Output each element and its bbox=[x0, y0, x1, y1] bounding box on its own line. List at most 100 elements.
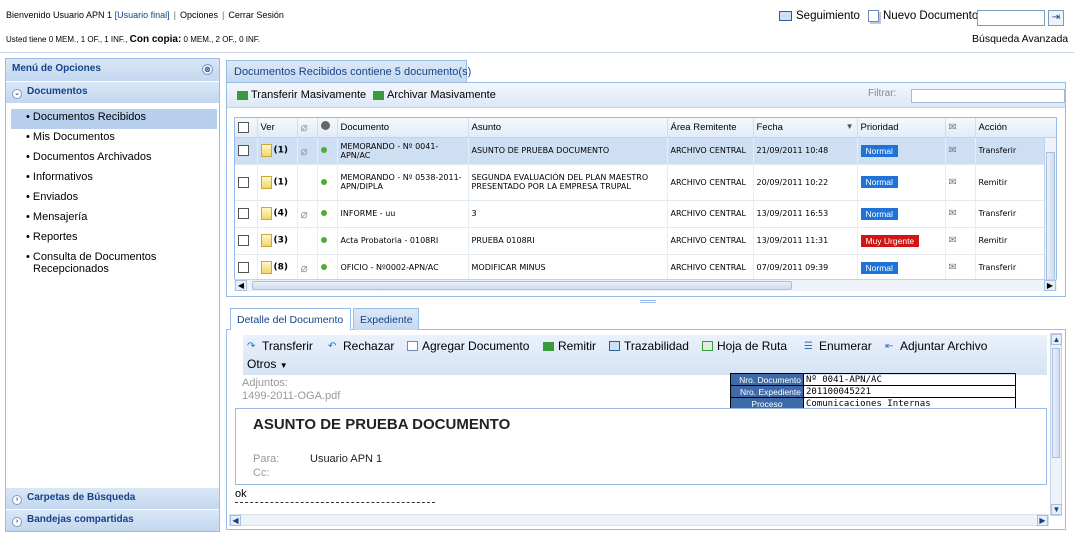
table-row[interactable]: (3) Acta Probatoria - 0108RI PRUEBA 0108… bbox=[235, 227, 1056, 255]
green-status-icon bbox=[320, 178, 327, 185]
document-icon[interactable] bbox=[260, 261, 272, 274]
circle-status-icon bbox=[320, 121, 330, 131]
attach-file-button[interactable]: ⇤ Adjuntar Archivo bbox=[885, 339, 987, 353]
col-header-prioridad[interactable]: Prioridad bbox=[857, 118, 946, 138]
sidebar-item-mis-documentos[interactable]: • Mis Documentos bbox=[11, 129, 217, 149]
grid-horizontal-scrollbar[interactable]: ◀ ▶ bbox=[234, 279, 1057, 291]
envelope-icon[interactable]: ✉ bbox=[949, 145, 957, 156]
cell-area: ARCHIVO CENTRAL bbox=[667, 227, 754, 255]
envelope-icon[interactable]: ✉ bbox=[949, 235, 957, 246]
enumerate-button[interactable]: ☰ Enumerar bbox=[804, 339, 872, 353]
attachments-label: Adjuntos: bbox=[242, 377, 288, 389]
detail-horizontal-scrollbar[interactable]: ◀ ▶ bbox=[229, 514, 1049, 526]
monitor-icon bbox=[779, 11, 792, 21]
transfer-button[interactable]: ↷ Transferir bbox=[247, 339, 313, 353]
scroll-right-icon[interactable]: ▶ bbox=[1044, 280, 1056, 291]
col-header-accion[interactable]: Acción bbox=[975, 118, 1056, 138]
add-document-button[interactable]: Agregar Documento bbox=[407, 339, 529, 353]
collapse-icon[interactable]: ⊗ bbox=[202, 64, 213, 75]
sidebar-item-mensajeria[interactable]: • Mensajería bbox=[11, 209, 217, 229]
documents-section-header[interactable]: ⌄ Documentos bbox=[6, 82, 219, 103]
copy-counts: 0 MEM., 2 OF., 0 INF. bbox=[183, 35, 260, 44]
col-header-documento[interactable]: Documento bbox=[337, 118, 469, 138]
bandejas-label: Bandejas compartidas bbox=[27, 514, 134, 525]
col-header-ver[interactable]: Ver bbox=[257, 118, 298, 138]
documents-grid: Ver ⌀ Documento Asunto Área Remitente Fe… bbox=[234, 117, 1057, 287]
col-header-status[interactable] bbox=[317, 118, 338, 138]
forward-button[interactable]: Remitir bbox=[543, 339, 596, 353]
envelope-icon[interactable]: ✉ bbox=[949, 262, 957, 273]
traceability-button[interactable]: Trazabilidad bbox=[609, 339, 689, 353]
meta-key: Nro. Documento bbox=[730, 373, 804, 386]
row-checkbox[interactable] bbox=[238, 145, 249, 156]
col-header-area[interactable]: Área Remitente bbox=[667, 118, 754, 138]
go-arrow-icon[interactable]: ⇥ bbox=[1048, 10, 1064, 26]
sidebar-item-enviados[interactable]: • Enviados bbox=[11, 189, 217, 209]
attachment-file-link[interactable]: 1499-2011-OGA.pdf bbox=[242, 390, 340, 402]
grid-vertical-scrollbar[interactable] bbox=[1044, 138, 1056, 286]
doc-count: (8) bbox=[273, 262, 289, 273]
options-link[interactable]: Opciones bbox=[180, 10, 218, 20]
carpetas-section-header[interactable]: › Carpetas de Búsqueda bbox=[6, 488, 219, 509]
col-header-attachment[interactable]: ⌀ bbox=[297, 118, 318, 138]
sidebar-item-documentos-recibidos[interactable]: • Documentos Recibidos bbox=[11, 109, 217, 129]
transfer-all-button[interactable]: Transferir Masivamente bbox=[237, 89, 366, 101]
scroll-left-icon[interactable]: ◀ bbox=[235, 280, 247, 291]
tab-expediente[interactable]: Expediente bbox=[353, 308, 419, 330]
doc-count: (1) bbox=[273, 177, 289, 187]
advanced-search-link[interactable]: Búsqueda Avanzada bbox=[972, 33, 1068, 45]
chevron-right-icon: › bbox=[12, 495, 22, 505]
otros-dropdown[interactable]: Otros ▼ bbox=[247, 357, 288, 371]
col-header-asunto[interactable]: Asunto bbox=[468, 118, 668, 138]
detail-vertical-scrollbar[interactable]: ▲ ▼ bbox=[1050, 333, 1062, 516]
sidebar-item-documentos-archivados[interactable]: • Documentos Archivados bbox=[11, 149, 217, 169]
archive-all-button[interactable]: Archivar Masivamente bbox=[373, 89, 496, 101]
table-row[interactable]: (8) ⌀ OFICIO - Nº0002-APN/AC MODIFICAR M… bbox=[235, 254, 1056, 282]
detail-toolbar: ↷ Transferir ↶ Rechazar Agregar Documento … bbox=[243, 335, 1047, 375]
document-icon[interactable] bbox=[260, 207, 272, 220]
row-checkbox[interactable] bbox=[238, 262, 249, 273]
tab-detalle-documento[interactable]: Detalle del Documento bbox=[230, 308, 351, 331]
tab-documentos-recibidos[interactable]: Documentos Recibidos contiene 5 document… bbox=[226, 60, 471, 82]
envelope-icon[interactable]: ✉ bbox=[949, 177, 957, 188]
document-counts: Usted tiene 0 MEM., 1 OF., 1 INF., Con c… bbox=[6, 34, 260, 45]
sidebar-item-reportes[interactable]: • Reportes bbox=[11, 229, 217, 249]
scroll-right-icon[interactable]: ▶ bbox=[1037, 515, 1048, 526]
panel-splitter[interactable] bbox=[640, 300, 656, 303]
paperclip-icon: ⌀ bbox=[300, 120, 308, 135]
filter-input[interactable] bbox=[911, 89, 1065, 103]
row-checkbox[interactable] bbox=[238, 235, 249, 246]
new-document-button[interactable]: Nuevo Documento bbox=[868, 10, 978, 22]
reject-button[interactable]: ↶ Rechazar bbox=[328, 339, 394, 353]
sidebar-item-informativos[interactable]: • Informativos bbox=[11, 169, 217, 189]
sidebar-item-consulta[interactable]: • Consulta de Documentos Recepcionados bbox=[11, 249, 217, 279]
seguimiento-button[interactable]: Seguimiento bbox=[779, 10, 860, 22]
document-icon[interactable] bbox=[260, 234, 272, 247]
table-row[interactable]: (4) ⌀ INFORME - uu 3 ARCHIVO CENTRAL 13/… bbox=[235, 200, 1056, 228]
reject-label: Rechazar bbox=[343, 339, 395, 353]
table-row[interactable]: (1) MEMORANDO - Nº 0538-2011-APN/DIPLA S… bbox=[235, 164, 1056, 201]
detail-tab-strip: Detalle del Documento Expediente bbox=[226, 306, 1066, 331]
row-checkbox[interactable] bbox=[238, 208, 249, 219]
logout-link[interactable]: Cerrar Sesión bbox=[228, 10, 284, 20]
table-row[interactable]: (1) ⌀ MEMORANDO - Nº 0041-APN/AC ASUNTO … bbox=[235, 137, 1056, 165]
row-checkbox[interactable] bbox=[238, 176, 249, 188]
scroll-left-icon[interactable]: ◀ bbox=[230, 515, 241, 526]
attach-file-label: Adjuntar Archivo bbox=[900, 339, 988, 353]
scroll-up-icon[interactable]: ▲ bbox=[1051, 334, 1062, 345]
user-role-link[interactable]: [Usuario final] bbox=[115, 10, 170, 20]
col-header-envelope[interactable]: ✉ bbox=[945, 118, 976, 138]
route-sheet-button[interactable]: Hoja de Ruta bbox=[702, 339, 787, 353]
left-menu-panel: Menú de Opciones ⊗ ⌄ Documentos • Documen… bbox=[5, 58, 220, 532]
bandejas-section-header[interactable]: › Bandejas compartidas bbox=[6, 510, 219, 531]
cell-documento: MEMORANDO - Nº 0041-APN/AC bbox=[337, 137, 469, 165]
document-icon[interactable] bbox=[260, 175, 272, 189]
document-icon[interactable] bbox=[260, 144, 272, 157]
meta-key: Nro. Expediente bbox=[730, 385, 804, 398]
green-status-icon bbox=[320, 210, 327, 216]
col-header-fecha[interactable]: Fecha ▼ bbox=[753, 118, 858, 138]
select-all-checkbox[interactable] bbox=[235, 118, 258, 138]
scroll-down-icon[interactable]: ▼ bbox=[1051, 504, 1062, 515]
envelope-icon[interactable]: ✉ bbox=[949, 208, 957, 219]
top-search-input[interactable] bbox=[977, 10, 1045, 26]
